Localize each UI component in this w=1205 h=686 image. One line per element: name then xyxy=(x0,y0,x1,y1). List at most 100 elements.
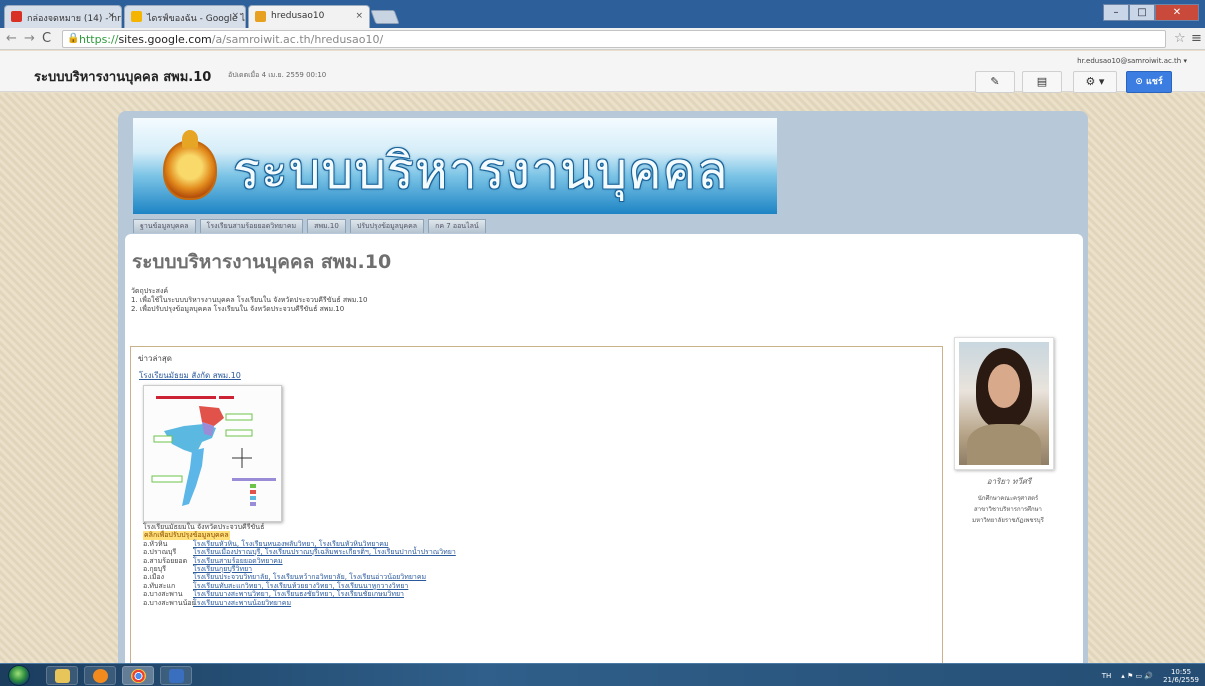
profile-line: นักศึกษาคณะครุศาสตร์ xyxy=(977,495,1039,502)
school-list: โรงเรียนมัธยมใน จังหวัดประจวบคีรีขันธ์ ค… xyxy=(143,523,456,607)
browser-tab-strip: กล่องจดหมาย (14) - hr.edu × ไดรฟ์ของฉัน … xyxy=(0,0,1205,28)
drive-icon xyxy=(131,11,142,22)
clock-time: 10:55 xyxy=(1170,668,1192,676)
school-links[interactable]: โรงเรียนสามร้อยยอดวิทยาคม xyxy=(193,557,283,565)
seal-logo xyxy=(163,130,217,200)
photo-body xyxy=(967,424,1041,465)
taskbar-word[interactable] xyxy=(160,666,192,685)
legend-title xyxy=(232,478,276,481)
menu-icon[interactable]: ≡ xyxy=(1191,31,1202,46)
nav-tab-personnel-db[interactable]: ฐานข้อมูลบุคคล xyxy=(133,219,196,233)
language-indicator[interactable]: TH xyxy=(1102,672,1112,680)
tray-icons[interactable]: ▴ ⚑ ▭ 🔊 xyxy=(1121,672,1153,680)
school-links[interactable]: โรงเรียนประจวบวิทยาลัย, โรงเรียนหว้ากอวิ… xyxy=(193,573,426,581)
lock-icon: 🔒 xyxy=(67,33,80,44)
school-links[interactable]: โรงเรียนหัวหิน, โรงเรียนหนองพลับวิทยา, โ… xyxy=(193,540,389,548)
close-icon[interactable]: × xyxy=(355,11,363,21)
tab-hredusao10[interactable]: hredusao10 × xyxy=(248,5,370,28)
close-window-button[interactable]: ✕ xyxy=(1155,4,1199,21)
user-email-text: hr.edusao10@samroiwit.ac.th xyxy=(1077,57,1182,65)
nav-tab-spm10[interactable]: สพม.10 xyxy=(307,219,346,233)
settings-button[interactable]: ⚙ ▾ xyxy=(1073,71,1117,93)
district-name: อ.กุยบุรี xyxy=(143,565,166,574)
profile-info: นักศึกษาคณะครุศาสตร์ สาขาวิชาบริหารการศึ… xyxy=(946,493,1070,526)
new-tab-button[interactable] xyxy=(370,10,400,24)
address-bar: ← → C 🔒 https://sites.google.com/a/samro… xyxy=(0,28,1205,50)
tab-drive[interactable]: ไดรฟ์ของฉัน - Google ไดรฟ์ × xyxy=(124,5,246,28)
close-icon[interactable]: × xyxy=(231,11,239,21)
objectives-heading: วัตถุประสงค์ xyxy=(131,287,169,295)
system-tray: TH ▴ ⚑ ▭ 🔊 10:55 21/6/2559 xyxy=(1102,668,1199,684)
share-button[interactable]: ⊙ แชร์ xyxy=(1126,71,1172,93)
close-icon[interactable]: × xyxy=(107,11,115,21)
profile-name: อาริยา ทวีศรี xyxy=(986,477,1032,486)
edit-page-button[interactable]: ✎ xyxy=(975,71,1015,93)
school-links[interactable]: โรงเรียนบางสะพานน้อยวิทยาคม xyxy=(193,599,291,607)
url-field[interactable]: 🔒 https://sites.google.com/a/samroiwit.a… xyxy=(62,30,1166,48)
legend-swatch xyxy=(250,490,256,494)
url-scheme: https:// xyxy=(79,33,119,46)
district-row: อ.ปราณบุรี โรงเรียนเมืองปราณบุรี, โรงเรีย… xyxy=(143,548,456,556)
sites-icon xyxy=(255,11,266,22)
district-name: อ.บางสะพาน xyxy=(143,590,183,599)
site-nav: ฐานข้อมูลบุคคล โรงเรียนสามร้อยยอดวิทยาคม… xyxy=(133,219,486,233)
photo-face xyxy=(988,364,1020,408)
taskbar: TH ▴ ⚑ ▭ 🔊 10:55 21/6/2559 xyxy=(0,663,1205,686)
legend-swatch xyxy=(250,484,256,488)
chrome-icon xyxy=(131,669,146,683)
url-path: /a/samroiwit.ac.th/hredusao10/ xyxy=(211,33,384,46)
tab-gmail[interactable]: กล่องจดหมาย (14) - hr.edu × xyxy=(4,5,122,28)
forward-arrow-icon[interactable]: → xyxy=(24,31,35,46)
reload-icon[interactable]: C xyxy=(42,31,51,46)
sites-header-bar: ระบบบริหารงานบุคคล สพม.10 อัปเดตเมื่อ 4 … xyxy=(0,51,1205,93)
district-name: อ.ทับสะแก xyxy=(143,581,176,590)
clock[interactable]: 10:55 21/6/2559 xyxy=(1163,668,1199,684)
tab-title: hredusao10 xyxy=(271,11,325,21)
word-icon xyxy=(169,669,184,683)
maximize-button[interactable]: □ xyxy=(1129,4,1155,21)
last-updated: อัปเดตเมื่อ 4 เม.ย. 2559 00:10 xyxy=(228,71,327,79)
district-row: อ.หัวหิน โรงเรียนหัวหิน, โรงเรียนหนองพลับ… xyxy=(143,540,456,548)
user-email[interactable]: hr.edusao10@samroiwit.ac.th ▾ xyxy=(1077,57,1187,65)
update-link[interactable]: คลิกเพื่อปรับปรุงข้อมูลบุคคล xyxy=(143,531,230,540)
map-label-box xyxy=(225,429,253,437)
start-button[interactable] xyxy=(8,665,30,686)
district-row: อ.สามร้อยยอด โรงเรียนสามร้อยยอดวิทยาคม xyxy=(143,557,456,565)
url-domain: sites.google.com xyxy=(118,33,212,46)
taskbar-chrome[interactable] xyxy=(122,666,154,685)
star-icon[interactable]: ☆ xyxy=(1174,31,1186,46)
district-row: อ.บางสะพาน โรงเรียนบางสะพานวิทยา, โรงเรีย… xyxy=(143,590,456,598)
nav-tab-kk7[interactable]: กค 7 ออนไลน์ xyxy=(428,219,486,233)
district-row: อ.บางสะพานน้อย โรงเรียนบางสะพานน้อยวิทยาค… xyxy=(143,599,456,607)
district-row: อ.เมือง โรงเรียนประจวบวิทยาลัย, โรงเรียนห… xyxy=(143,573,456,581)
news-link[interactable]: โรงเรียนมัธยม สังกัด สพม.10 xyxy=(139,369,241,382)
folder-icon xyxy=(55,669,70,683)
taskbar-explorer[interactable] xyxy=(46,666,78,685)
map-title-bar xyxy=(156,396,216,399)
clock-date: 21/6/2559 xyxy=(1163,676,1199,684)
map-label-box xyxy=(225,413,253,421)
school-links[interactable]: โรงเรียนเมืองปราณบุรี, โรงเรียนปราณบุรีเ… xyxy=(193,548,456,556)
new-page-button[interactable]: ▤ xyxy=(1022,71,1062,93)
page-icon: ▤ xyxy=(1036,75,1048,88)
taskbar-media-player[interactable] xyxy=(84,666,116,685)
compass-icon xyxy=(232,448,252,468)
objective-item: 2. เพื่อปรับปรุงข้อมูลบุคคล โรงเรียนใน จ… xyxy=(131,305,345,313)
nav-tab-update[interactable]: ปรับปรุงข้อมูลบุคคล xyxy=(349,219,425,233)
profile-photo-frame xyxy=(954,337,1054,470)
profile-line: สาขาวิชาบริหารการศึกษา xyxy=(974,506,1042,513)
back-arrow-icon[interactable]: ← xyxy=(6,31,17,46)
district-name: อ.หัวหิน xyxy=(143,539,168,548)
share-label: แชร์ xyxy=(1145,77,1163,87)
minimize-button[interactable]: – xyxy=(1103,4,1129,21)
nav-tab-school[interactable]: โรงเรียนสามร้อยยอดวิทยาคม xyxy=(199,219,304,233)
school-links[interactable]: โรงเรียนบางสะพานวิทยา, โรงเรียนธงชัยวิทย… xyxy=(193,590,404,598)
province-map-image[interactable] xyxy=(143,385,282,522)
district-name: อ.ปราณบุรี xyxy=(143,548,177,557)
school-links[interactable]: โรงเรียนทับสะแกวิทยา, โรงเรียนห้วยยางวิท… xyxy=(193,582,408,590)
gear-icon: ⚙ ▾ xyxy=(1085,75,1105,88)
objective-item: 1. เพื่อใช้ในระบบบริหารงานบุคคล โรงเรียน… xyxy=(131,296,368,304)
legend-swatch xyxy=(250,502,256,506)
site-title[interactable]: ระบบบริหารงานบุคคล สพม.10 xyxy=(34,66,211,87)
pencil-icon: ✎ xyxy=(990,75,1000,88)
